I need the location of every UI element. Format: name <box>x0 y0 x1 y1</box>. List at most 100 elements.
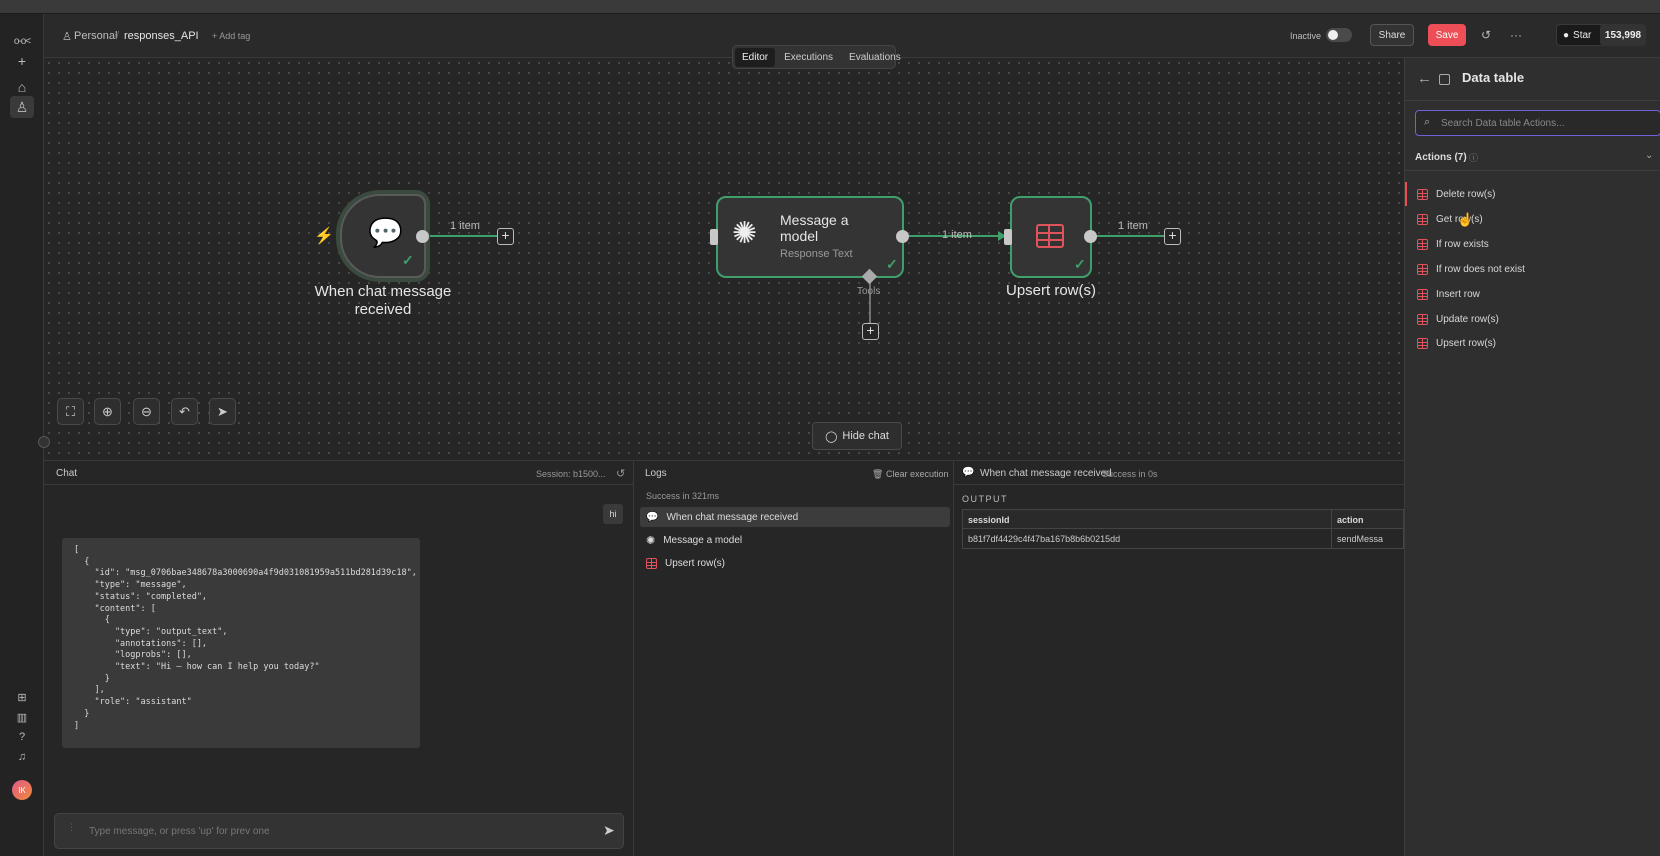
bell-icon[interactable]: ♫ <box>10 746 34 768</box>
data-table-icon <box>1417 313 1428 325</box>
success-check-icon: ✓ <box>402 252 414 268</box>
chat-icon: 💬 <box>962 467 975 478</box>
chat-header: Chat Session: b1500... ↺ <box>44 461 633 485</box>
node-input-handle[interactable] <box>1004 229 1012 245</box>
data-table-icon <box>1417 213 1428 225</box>
tab-executions[interactable]: Executions <box>777 48 840 67</box>
openai-icon: ✺ <box>646 534 656 547</box>
templates-icon[interactable]: ⊞ <box>10 686 34 708</box>
logs-panel: Logs 🗑 Clear execution Success in 321ms … <box>634 460 954 856</box>
data-table-icon <box>1439 74 1450 85</box>
chat-input[interactable]: ⋮ Type message, or press 'up' for prev o… <box>54 813 624 849</box>
insights-icon[interactable]: ▥ <box>10 706 34 728</box>
node-title-trigger: When chat message received <box>314 283 452 318</box>
node-chat-trigger[interactable]: 💬 ✓ <box>340 194 426 278</box>
data-table-icon <box>1036 224 1064 248</box>
logs-status: Success in 321ms <box>646 491 720 501</box>
chat-bubble-icon: ◯ <box>825 430 838 443</box>
actions-header[interactable]: Actions (7) <box>1415 152 1467 163</box>
data-table-icon <box>1417 263 1428 275</box>
hide-chat-button[interactable]: ◯ Hide chat <box>812 422 902 450</box>
help-icon[interactable]: ? <box>10 726 34 748</box>
output-header: 💬 When chat message received Success in … <box>954 461 1404 485</box>
success-check-icon: ✓ <box>886 256 898 272</box>
node-subtitle-model: Response Text <box>780 248 853 260</box>
tab-editor[interactable]: Editor <box>735 47 776 67</box>
node-upsert-rows[interactable]: ✓ <box>1010 196 1092 278</box>
output-label: OUTPUT <box>962 494 1008 504</box>
table-cell: sendMessa <box>1331 529 1383 548</box>
more-options-icon[interactable]: ··· <box>1506 24 1526 46</box>
openai-icon: ✺ <box>732 217 758 250</box>
log-item-upsert[interactable]: Upsert row(s) <box>640 553 950 573</box>
chat-input-handle-icon: ⋮ <box>67 822 76 832</box>
connection-label-1: 1 item <box>450 220 480 232</box>
node-output-handle[interactable] <box>896 230 909 243</box>
chat-icon: 💬 <box>368 217 403 248</box>
action-delete-rows[interactable]: Delete row(s) <box>1417 185 1495 203</box>
search-icon: ⌕ <box>1424 116 1431 128</box>
chevron-down-icon[interactable]: ⌄ <box>1645 150 1653 161</box>
log-item-model[interactable]: ✺ Message a model <box>640 530 950 550</box>
output-panel: 💬 When chat message received Success in … <box>954 460 1404 856</box>
pointer-tool-icon[interactable]: ➤ <box>209 398 236 425</box>
connection-label-2: 1 item <box>942 229 972 241</box>
avatar[interactable]: IK <box>12 780 32 800</box>
search-placeholder: Search Data table Actions... <box>1441 118 1565 129</box>
action-update-rows[interactable]: Update row(s) <box>1417 310 1499 328</box>
add-node-button[interactable]: + <box>1164 228 1181 245</box>
add-node-button[interactable]: + <box>497 228 514 245</box>
success-check-icon: ✓ <box>1074 256 1086 272</box>
collapse-sidebar-handle[interactable] <box>38 436 50 448</box>
data-table-icon <box>1417 288 1428 300</box>
github-icon: ● <box>1563 29 1570 41</box>
column-header: action <box>1331 510 1364 528</box>
save-button[interactable]: Save <box>1428 24 1466 46</box>
action-if-row-does-not-exist[interactable]: If row does not exist <box>1417 260 1525 278</box>
trigger-bolt-icon: ⚡ <box>314 228 334 245</box>
node-input-handle[interactable] <box>710 229 718 245</box>
node-title-model: Message a model <box>780 212 849 244</box>
clear-execution-button[interactable]: 🗑 Clear execution <box>872 469 949 480</box>
action-insert-row[interactable]: Insert row <box>1417 285 1480 303</box>
view-tabs: Editor Executions Evaluations <box>732 45 901 69</box>
node-creator-panel: ← Data table ⌕ Search Data table Actions… <box>1404 58 1660 856</box>
node-output-handle[interactable] <box>1084 230 1097 243</box>
panel-title: Data table <box>1462 70 1525 85</box>
output-node-name: When chat message received <box>980 468 1112 479</box>
session-id: Session: b1500... <box>536 469 606 479</box>
response-json: [ { "id": "msg_0706bae348678a3000690a4f9… <box>62 538 420 748</box>
table-cell: b81f7df4429c4f47ba167b8b6b0215dd <box>968 534 1121 544</box>
back-arrow-icon[interactable]: ← <box>1417 70 1432 87</box>
user-message: hi <box>603 504 623 524</box>
data-table-icon <box>1417 238 1428 250</box>
divider <box>1405 100 1660 101</box>
node-title-upsert: Upsert row(s) <box>1005 282 1096 299</box>
search-input[interactable]: ⌕ Search Data table Actions... <box>1415 110 1660 136</box>
history-icon[interactable]: ↺ <box>1476 24 1496 46</box>
send-icon[interactable]: ➤ <box>603 822 615 839</box>
fit-view-icon[interactable]: ⛶ <box>57 398 84 425</box>
trash-icon: 🗑 <box>872 469 884 479</box>
action-if-row-exists[interactable]: If row exists <box>1417 235 1489 253</box>
column-header: sessionId <box>968 515 1010 525</box>
chat-icon: 💬 <box>646 511 659 523</box>
zoom-out-icon[interactable]: ⊖ <box>133 398 160 425</box>
tools-label: Tools <box>857 286 881 297</box>
node-output-handle[interactable] <box>416 230 429 243</box>
chat-title: Chat <box>56 468 78 479</box>
action-upsert-rows[interactable]: Upsert row(s) <box>1417 334 1496 352</box>
undo-icon[interactable]: ↶ <box>171 398 198 425</box>
star-count: 153,998 <box>1600 24 1646 46</box>
add-tool-button[interactable]: + <box>862 323 879 340</box>
reset-session-icon[interactable]: ↺ <box>616 467 625 480</box>
logs-title: Logs <box>645 468 667 479</box>
connection-label-3: 1 item <box>1118 220 1148 232</box>
output-status: Success in 0s <box>1102 469 1158 479</box>
logs-header: Logs 🗑 Clear execution <box>634 461 953 485</box>
zoom-in-icon[interactable]: ⊕ <box>94 398 121 425</box>
log-item-trigger[interactable]: 💬 When chat message received <box>640 507 950 527</box>
star-label: Star <box>1573 29 1592 41</box>
node-message-model[interactable]: ✺ Message a model Response Text ✓ <box>716 196 904 278</box>
tab-evaluations[interactable]: Evaluations <box>842 48 908 67</box>
